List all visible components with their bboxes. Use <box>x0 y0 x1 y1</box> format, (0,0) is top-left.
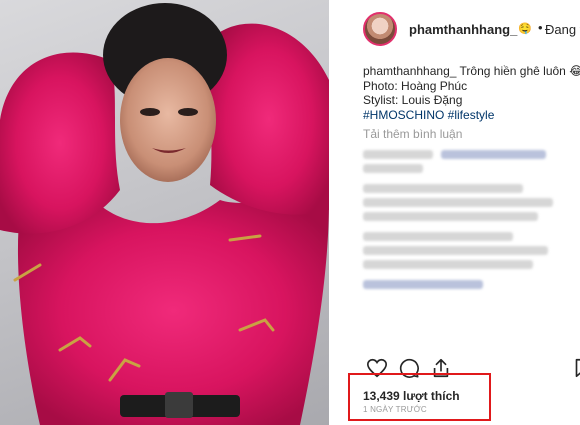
avatar[interactable] <box>363 12 397 46</box>
caption-username[interactable]: phamthanhhang_ <box>363 64 456 78</box>
separator-dot: • <box>538 20 543 35</box>
caption-emoji: 😂 <box>569 64 580 78</box>
highlight-box <box>348 373 491 421</box>
username-emoji: 🤤 <box>518 23 532 35</box>
follow-status-button[interactable]: Đang theo dõi <box>545 22 580 37</box>
fashion-photo-illustration <box>0 3 329 425</box>
post-photo[interactable] <box>0 0 329 425</box>
caption-text: Trông hiền ghê luôn <box>459 64 566 78</box>
bookmark-icon[interactable] <box>571 357 580 379</box>
post-caption: phamthanhhang_ Trông hiền ghê luôn 😂 Pho… <box>363 64 580 122</box>
stylist-credit: Stylist: Louis Đặng <box>363 93 463 107</box>
hashtags-link[interactable]: #HMOSCHINO #lifestyle <box>363 108 580 123</box>
post-sidebar: phamthanhhang_ 🤤 • Đang theo dõi phamtha… <box>343 0 580 425</box>
post-header: phamthanhhang_ 🤤 • Đang theo dõi <box>363 12 580 48</box>
post-username[interactable]: phamthanhhang_ <box>409 22 517 37</box>
photo-credit: Photo: Hoàng Phúc <box>363 78 468 93</box>
load-more-comments-link[interactable]: Tải thêm bình luận <box>363 127 462 141</box>
blurred-comments <box>363 150 563 300</box>
